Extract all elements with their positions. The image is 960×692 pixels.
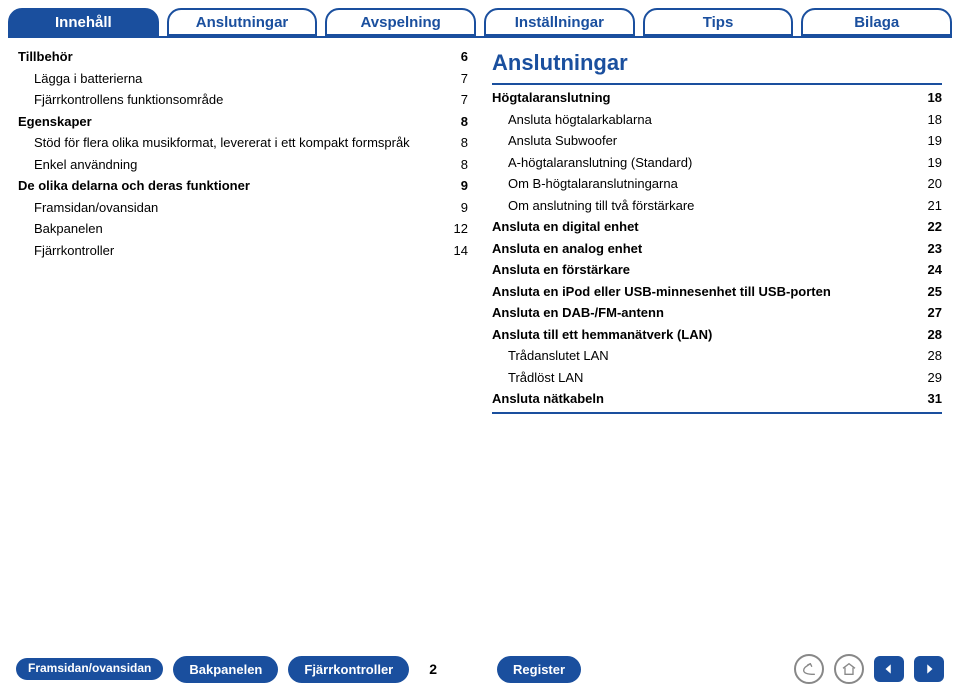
toc-label: Trådlöst LAN bbox=[508, 368, 914, 388]
toc-label: Enkel användning bbox=[34, 155, 440, 175]
toc-row[interactable]: Bakpanelen12 bbox=[18, 218, 468, 240]
section-divider-bottom bbox=[492, 412, 942, 414]
toc-row[interactable]: De olika delarna och deras funktioner9 bbox=[18, 175, 468, 197]
tab-4[interactable]: Tips bbox=[643, 8, 794, 36]
toc-label: Lägga i batterierna bbox=[34, 69, 440, 89]
section-title: Anslutningar bbox=[492, 46, 942, 79]
toc-page: 12 bbox=[440, 219, 468, 239]
toc-label: Fjärrkontroller bbox=[34, 241, 440, 261]
toc-row[interactable]: Om anslutning till två förstärkare21 bbox=[492, 195, 942, 217]
tab-2[interactable]: Avspelning bbox=[325, 8, 476, 36]
bottom-bar: Framsidan/ovansidan Bakpanelen Fjärrkont… bbox=[0, 654, 960, 684]
toc-page: 29 bbox=[914, 368, 942, 388]
toc-row[interactable]: Enkel användning8 bbox=[18, 154, 468, 176]
toc-row[interactable]: Ansluta en förstärkare24 bbox=[492, 259, 942, 281]
toc-label: Egenskaper bbox=[18, 112, 440, 132]
toc-row[interactable]: Trådanslutet LAN28 bbox=[492, 345, 942, 367]
toc-label: Tillbehör bbox=[18, 47, 440, 67]
toc-page: 22 bbox=[914, 217, 942, 237]
toc-label: Ansluta en förstärkare bbox=[492, 260, 914, 280]
tab-0[interactable]: Innehåll bbox=[8, 8, 159, 36]
right-column: Anslutningar Högtalaranslutning18Ansluta… bbox=[492, 46, 942, 416]
toc-page: 14 bbox=[440, 241, 468, 261]
left-column: Tillbehör6Lägga i batterierna7Fjärrkontr… bbox=[18, 46, 468, 416]
toc-label: Om anslutning till två förstärkare bbox=[508, 196, 914, 216]
toc-page: 19 bbox=[914, 131, 942, 151]
home-icon[interactable] bbox=[834, 654, 864, 684]
toc-row[interactable]: Ansluta en analog enhet23 bbox=[492, 238, 942, 260]
toc-page: 18 bbox=[914, 110, 942, 130]
fjarrkontroller-button[interactable]: Fjärrkontroller bbox=[288, 656, 409, 683]
toc-label: Ansluta högtalarkablarna bbox=[508, 110, 914, 130]
tab-1[interactable]: Anslutningar bbox=[167, 8, 318, 36]
toc-page: 7 bbox=[440, 69, 468, 89]
back-icon[interactable] bbox=[794, 654, 824, 684]
framsidan-button[interactable]: Framsidan/ovansidan bbox=[16, 658, 163, 679]
toc-page: 6 bbox=[440, 47, 468, 67]
toc-label: Ansluta Subwoofer bbox=[508, 131, 914, 151]
toc-page: 28 bbox=[914, 346, 942, 366]
toc-row[interactable]: A-högtalaranslutning (Standard)19 bbox=[492, 152, 942, 174]
toc-page: 8 bbox=[440, 133, 468, 153]
toc-row[interactable]: Framsidan/ovansidan9 bbox=[18, 197, 468, 219]
toc-page: 27 bbox=[914, 303, 942, 323]
toc-label: Ansluta en DAB-/FM-antenn bbox=[492, 303, 914, 323]
toc-page: 8 bbox=[440, 155, 468, 175]
toc-row[interactable]: Trådlöst LAN29 bbox=[492, 367, 942, 389]
toc-row[interactable]: Högtalaranslutning18 bbox=[492, 87, 942, 109]
toc-page: 19 bbox=[914, 153, 942, 173]
toc-page: 7 bbox=[440, 90, 468, 110]
toc-page: 9 bbox=[440, 176, 468, 196]
toc-row[interactable]: Ansluta en digital enhet22 bbox=[492, 216, 942, 238]
toc-page: 20 bbox=[914, 174, 942, 194]
toc-page: 31 bbox=[914, 389, 942, 409]
toc-row[interactable]: Ansluta en DAB-/FM-antenn27 bbox=[492, 302, 942, 324]
toc-row[interactable]: Fjärrkontrollens funktionsområde7 bbox=[18, 89, 468, 111]
toc-row[interactable]: Lägga i batterierna7 bbox=[18, 68, 468, 90]
toc-label: Stöd för flera olika musikformat, levere… bbox=[34, 133, 440, 153]
toc-label: A-högtalaranslutning (Standard) bbox=[508, 153, 914, 173]
toc-page: 24 bbox=[914, 260, 942, 280]
toc-label: Om B-högtalaranslutningarna bbox=[508, 174, 914, 194]
content-area: Tillbehör6Lägga i batterierna7Fjärrkontr… bbox=[0, 38, 960, 416]
toc-row[interactable]: Ansluta till ett hemmanätverk (LAN)28 bbox=[492, 324, 942, 346]
tab-5[interactable]: Bilaga bbox=[801, 8, 952, 36]
toc-label: Ansluta en digital enhet bbox=[492, 217, 914, 237]
prev-page-button[interactable] bbox=[874, 656, 904, 682]
top-tabs: Innehåll AnslutningarAvspelning Inställnin… bbox=[0, 0, 960, 36]
toc-label: Trådanslutet LAN bbox=[508, 346, 914, 366]
toc-row[interactable]: Stöd för flera olika musikformat, levere… bbox=[18, 132, 468, 154]
toc-page: 8 bbox=[440, 112, 468, 132]
bakpanelen-button[interactable]: Bakpanelen bbox=[173, 656, 278, 683]
toc-row[interactable]: Ansluta nätkabeln31 bbox=[492, 388, 942, 410]
section-divider bbox=[492, 83, 942, 85]
toc-page: 23 bbox=[914, 239, 942, 259]
register-button[interactable]: Register bbox=[497, 656, 581, 683]
toc-label: Framsidan/ovansidan bbox=[34, 198, 440, 218]
toc-page: 28 bbox=[914, 325, 942, 345]
next-page-button[interactable] bbox=[914, 656, 944, 682]
toc-page: 21 bbox=[914, 196, 942, 216]
toc-page: 18 bbox=[914, 88, 942, 108]
toc-row[interactable]: Tillbehör6 bbox=[18, 46, 468, 68]
toc-label: Fjärrkontrollens funktionsområde bbox=[34, 90, 440, 110]
toc-row[interactable]: Ansluta Subwoofer19 bbox=[492, 130, 942, 152]
page-number: 2 bbox=[419, 661, 447, 677]
toc-row[interactable]: Fjärrkontroller14 bbox=[18, 240, 468, 262]
toc-label: Ansluta nätkabeln bbox=[492, 389, 914, 409]
toc-row[interactable]: Ansluta en iPod eller USB-minnesenhet ti… bbox=[492, 281, 942, 303]
toc-label: Bakpanelen bbox=[34, 219, 440, 239]
toc-page: 9 bbox=[440, 198, 468, 218]
toc-label: Ansluta en iPod eller USB-minnesenhet ti… bbox=[492, 282, 914, 302]
toc-label: De olika delarna och deras funktioner bbox=[18, 176, 440, 196]
toc-label: Ansluta en analog enhet bbox=[492, 239, 914, 259]
toc-row[interactable]: Ansluta högtalarkablarna18 bbox=[492, 109, 942, 131]
toc-label: Högtalaranslutning bbox=[492, 88, 914, 108]
tab-3[interactable]: Inställningar bbox=[484, 8, 635, 36]
toc-page: 25 bbox=[914, 282, 942, 302]
toc-row[interactable]: Egenskaper8 bbox=[18, 111, 468, 133]
toc-row[interactable]: Om B-högtalaranslutningarna20 bbox=[492, 173, 942, 195]
toc-label: Ansluta till ett hemmanätverk (LAN) bbox=[492, 325, 914, 345]
